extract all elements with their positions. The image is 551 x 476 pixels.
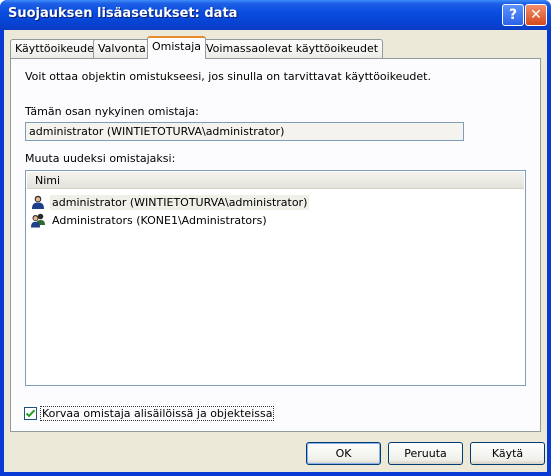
- owner-list[interactable]: Nimi administrator (WINTIETOTURVA\admini…: [25, 170, 526, 386]
- current-owner-field: administrator (WINTIETOTURVA\administrat…: [25, 122, 464, 141]
- user-icon: [32, 195, 44, 209]
- tab-label: Käyttöoikeudet: [15, 42, 99, 55]
- close-button[interactable]: ✕: [525, 4, 547, 26]
- tab-permissions[interactable]: Käyttöoikeudet: [10, 39, 104, 58]
- ok-button-label: OK: [335, 447, 352, 460]
- replace-owner-checkbox-label[interactable]: Korvaa omistaja alisäilöissä ja objektei…: [40, 406, 275, 421]
- list-item[interactable]: administrator (WINTIETOTURVA\administrat…: [30, 193, 310, 211]
- group-icon: [31, 213, 45, 228]
- cancel-button-label: Peruuta: [404, 447, 447, 460]
- list-item-label: Administrators (KONE1\Administrators): [52, 213, 267, 227]
- replace-owner-checkbox[interactable]: [24, 407, 37, 420]
- apply-button-label: Käytä: [491, 447, 524, 460]
- apply-button[interactable]: Käytä: [470, 442, 545, 465]
- list-item-label: administrator (WINTIETOTURVA\administrat…: [50, 194, 310, 210]
- help-icon: ?: [508, 7, 518, 23]
- cancel-button[interactable]: Peruuta: [388, 442, 463, 465]
- intro-text: Voit ottaa objektin omistukseesi, jos si…: [25, 70, 431, 83]
- help-button[interactable]: ?: [502, 4, 524, 26]
- checkmark-icon: [25, 409, 36, 418]
- window-title: Suojauksen lisäasetukset: data: [8, 6, 238, 21]
- tab-owner[interactable]: Omistaja: [147, 36, 207, 59]
- tab-effective-permissions[interactable]: Voimassaolevat käyttöoikeudet: [201, 39, 384, 58]
- change-owner-label: Muuta uudeksi omistajaksi:: [25, 152, 176, 165]
- owner-tab-panel: Voit ottaa objektin omistukseesi, jos si…: [10, 58, 541, 432]
- column-header-label: Nimi: [35, 174, 61, 187]
- dialog-window: Suojauksen lisäasetukset: data ? ✕ Käytt…: [0, 0, 551, 476]
- tab-label: Valvonta: [98, 42, 146, 55]
- tab-auditing[interactable]: Valvonta: [93, 39, 151, 58]
- current-owner-label: Tämän osan nykyinen omistaja:: [25, 105, 199, 118]
- replace-owner-checkbox-row[interactable]: Korvaa omistaja alisäilöissä ja objektei…: [24, 406, 275, 421]
- dialog-client-area: Käyttöoikeudet Valvonta Omistaja Voimass…: [4, 30, 547, 472]
- tab-label: Voimassaolevat käyttöoikeudet: [206, 42, 379, 55]
- column-header-name[interactable]: Nimi: [27, 172, 524, 189]
- current-owner-value: administrator (WINTIETOTURVA\administrat…: [29, 125, 285, 138]
- title-bar[interactable]: Suojauksen lisäasetukset: data ? ✕: [0, 0, 551, 30]
- ok-button[interactable]: OK: [306, 442, 381, 465]
- close-icon: ✕: [530, 7, 542, 23]
- list-item[interactable]: Administrators (KONE1\Administrators): [30, 211, 269, 229]
- tab-label: Omistaja: [152, 40, 202, 53]
